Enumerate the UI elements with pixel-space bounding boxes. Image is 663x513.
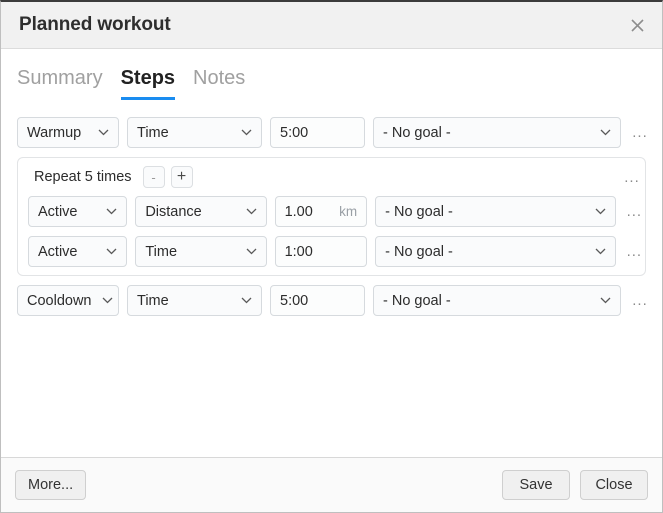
step-row-warmup: Warmup Time 5:00 - No goal - ... xyxy=(1,117,662,148)
step-duration-type-value: Distance xyxy=(145,203,202,220)
chevron-down-icon xyxy=(106,248,117,255)
repeat-menu-button[interactable]: ... xyxy=(621,170,643,185)
chevron-down-icon xyxy=(102,297,113,304)
step-duration-type-select[interactable]: Time xyxy=(127,117,262,148)
chevron-down-icon xyxy=(595,208,606,215)
repeat-increase-button[interactable]: + xyxy=(170,166,193,188)
close-icon[interactable] xyxy=(622,10,652,40)
step-value-input[interactable]: 1:00 xyxy=(274,236,368,267)
step-goal-select[interactable]: - No goal - xyxy=(373,285,621,316)
chevron-down-icon xyxy=(595,248,606,255)
step-goal-value: - No goal - xyxy=(385,203,453,220)
close-button[interactable]: Close xyxy=(580,470,648,500)
step-value-text: 1:00 xyxy=(284,243,313,260)
step-value-text: 5:00 xyxy=(280,292,309,309)
step-kind-value: Active xyxy=(38,203,78,220)
step-goal-select[interactable]: - No goal - xyxy=(373,117,621,148)
tab-steps[interactable]: Steps xyxy=(120,67,176,100)
step-kind-select[interactable]: Active xyxy=(28,196,128,227)
chevron-down-icon xyxy=(241,129,252,136)
chevron-down-icon xyxy=(246,208,257,215)
step-duration-type-value: Time xyxy=(137,124,169,141)
step-value-input[interactable]: 5:00 xyxy=(270,285,365,316)
save-button[interactable]: Save xyxy=(502,470,570,500)
step-kind-select[interactable]: Cooldown xyxy=(17,285,119,316)
step-duration-type-select[interactable]: Time xyxy=(135,236,267,267)
step-duration-type-select[interactable]: Time xyxy=(127,285,262,316)
step-goal-value: - No goal - xyxy=(383,292,451,309)
chevron-down-icon xyxy=(106,208,117,215)
step-value-text: 1.00 xyxy=(284,203,313,220)
step-menu-button[interactable]: ... xyxy=(624,244,645,259)
chevron-down-icon xyxy=(246,248,257,255)
step-row-repeat-1: Active Distance 1.00 km - No goal - ... xyxy=(18,196,645,227)
step-goal-select[interactable]: - No goal - xyxy=(375,196,616,227)
repeat-header: Repeat 5 times - + ... xyxy=(18,158,645,196)
step-value-text: 5:00 xyxy=(280,124,309,141)
step-menu-button[interactable]: ... xyxy=(624,204,645,219)
chevron-down-icon xyxy=(241,297,252,304)
step-kind-select[interactable]: Warmup xyxy=(17,117,119,148)
step-kind-value: Active xyxy=(38,243,78,260)
step-row-cooldown: Cooldown Time 5:00 - No goal - ... xyxy=(1,285,662,316)
more-button[interactable]: More... xyxy=(15,470,87,500)
step-kind-value: Cooldown xyxy=(27,292,92,309)
step-goal-value: - No goal - xyxy=(385,243,453,260)
chevron-down-icon xyxy=(98,129,109,136)
step-goal-value: - No goal - xyxy=(383,124,451,141)
step-menu-button[interactable]: ... xyxy=(629,125,651,140)
repeat-label: Repeat 5 times xyxy=(34,169,132,185)
repeat-block: Repeat 5 times - + ... Active Distance 1… xyxy=(17,157,646,276)
dialog-titlebar: Planned workout xyxy=(1,2,662,49)
planned-workout-dialog: Planned workout Summary Steps Notes Warm… xyxy=(0,0,663,513)
dialog-footer: More... Save Close xyxy=(1,457,662,512)
step-duration-type-value: Time xyxy=(145,243,178,260)
chevron-down-icon xyxy=(600,297,611,304)
step-goal-select[interactable]: - No goal - xyxy=(375,236,616,267)
tab-summary[interactable]: Summary xyxy=(17,67,103,100)
step-value-unit: km xyxy=(339,204,358,219)
step-value-input[interactable]: 1.00 km xyxy=(274,196,368,227)
step-value-input[interactable]: 5:00 xyxy=(270,117,365,148)
steps-list: Warmup Time 5:00 - No goal - ... Repeat … xyxy=(1,100,662,457)
repeat-decrease-button[interactable]: - xyxy=(142,166,165,188)
step-row-repeat-2: Active Time 1:00 - No goal - ... xyxy=(18,236,645,267)
step-duration-type-value: Time xyxy=(137,292,169,309)
tab-notes[interactable]: Notes xyxy=(193,67,245,100)
dialog-title: Planned workout xyxy=(19,14,171,35)
step-kind-select[interactable]: Active xyxy=(28,236,128,267)
step-duration-type-select[interactable]: Distance xyxy=(135,196,267,227)
chevron-down-icon xyxy=(600,129,611,136)
tab-bar: Summary Steps Notes xyxy=(1,49,662,100)
step-kind-value: Warmup xyxy=(27,124,82,141)
step-menu-button[interactable]: ... xyxy=(629,293,651,308)
